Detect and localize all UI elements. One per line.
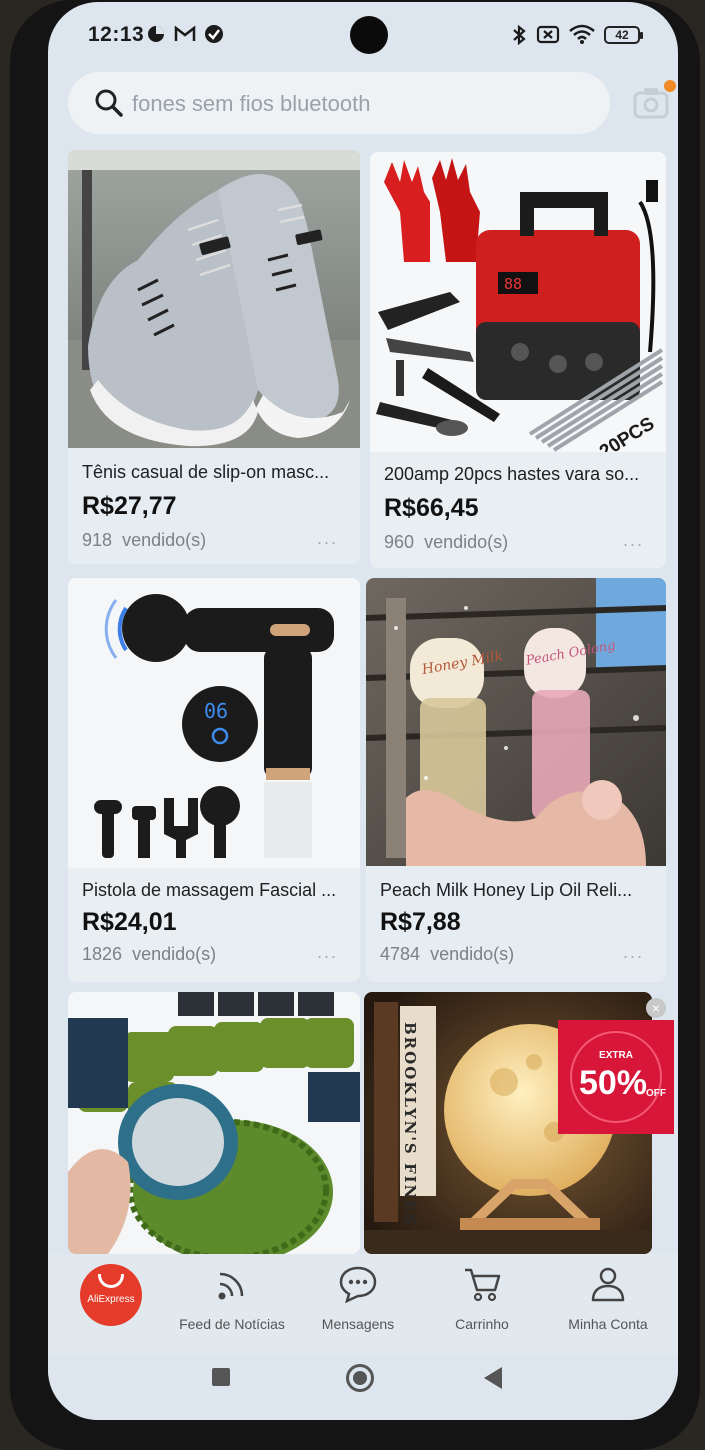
- search-input[interactable]: fones sem fios bluetooth: [132, 91, 370, 117]
- sold-label: vendido(s): [430, 944, 515, 964]
- product-title: Peach Milk Honey Lip Oil Reli...: [380, 880, 633, 900]
- promo-close-icon[interactable]: ×: [646, 998, 666, 1018]
- sold-info: 1826 vendido(s): [82, 944, 216, 965]
- sold-info: 4784 vendido(s): [380, 944, 514, 965]
- no-sim-icon: [536, 24, 560, 44]
- wifi-icon: [568, 24, 596, 44]
- sold-info: 960 vendido(s): [384, 532, 508, 553]
- phone-frame: 12:13 42 fones sem fios bluetooth Tênis …: [10, 0, 700, 1450]
- status-bar: 12:13 42: [48, 2, 678, 68]
- sold-count: 1826: [82, 944, 123, 964]
- user-icon: [591, 1267, 625, 1302]
- search-icon: [95, 89, 123, 117]
- product-title: Tênis casual de slip-on masc...: [82, 462, 330, 482]
- recents-button[interactable]: [212, 1368, 230, 1386]
- promo-badge[interactable]: EXTRA 50% OFF: [558, 1020, 674, 1134]
- nav-messages-label: Mensagens: [321, 1316, 395, 1332]
- sold-info: 918 vendido(s): [82, 530, 206, 551]
- bottom-navigation: AliExpress Feed de Notícias Mensagens Ca…: [48, 1254, 678, 1354]
- sold-label: vendido(s): [122, 530, 207, 550]
- product-card[interactable]: 88 20PCS 200amp 20pcs hastes vara so... …: [370, 152, 666, 568]
- product-price: R$24,01: [82, 908, 177, 936]
- nav-feed-label: Feed de Notícias: [179, 1316, 285, 1332]
- promo-off: OFF: [646, 1088, 666, 1099]
- gmail-icon: [174, 24, 196, 44]
- product-title: 200amp 20pcs hastes vara so...: [384, 464, 640, 484]
- sold-label: vendido(s): [424, 532, 509, 552]
- product-price: R$66,45: [384, 494, 479, 522]
- product-card[interactable]: Tênis casual de slip-on masc... R$27,77 …: [68, 150, 360, 564]
- nav-cart-label: Carrinho: [455, 1316, 509, 1332]
- product-price: R$27,77: [82, 492, 177, 520]
- massager-display: 06: [204, 699, 228, 723]
- system-navigation-bar: [48, 1354, 678, 1420]
- screen: 12:13 42 fones sem fios bluetooth Tênis …: [48, 2, 678, 1420]
- front-camera: [350, 16, 388, 54]
- back-button[interactable]: [484, 1367, 502, 1389]
- nav-feed[interactable]: Feed de Notícias: [172, 1254, 292, 1354]
- product-card[interactable]: Honey Milk Peach Oolong Peach Milk Honey…: [366, 578, 666, 982]
- sold-count: 4784: [380, 944, 421, 964]
- aliexpress-logo-icon: [98, 1274, 124, 1288]
- home-button[interactable]: [346, 1364, 374, 1392]
- nav-messages[interactable]: Mensagens: [298, 1254, 418, 1354]
- bluetooth-icon: [510, 24, 530, 46]
- nav-account-label: Minha Conta: [568, 1316, 648, 1332]
- nav-account[interactable]: Minha Conta: [548, 1254, 668, 1354]
- more-options-button[interactable]: ...: [317, 942, 338, 963]
- product-image: [68, 150, 360, 448]
- feed-icon: [218, 1272, 244, 1300]
- aliexpress-logo-text: AliExpress: [87, 1294, 135, 1305]
- more-options-button[interactable]: ...: [623, 530, 644, 551]
- product-card[interactable]: 06 Pistola de massagem Fascial ... R$24,…: [68, 578, 360, 982]
- product-image: 88 20PCS: [370, 152, 666, 452]
- sold-label: vendido(s): [132, 944, 217, 964]
- book-spine-text: BROOKLYN'S FINEST: [401, 1022, 419, 1240]
- sold-count: 918: [82, 530, 113, 550]
- product-image: Honey Milk Peach Oolong: [366, 578, 666, 866]
- chat-icon: [339, 1266, 377, 1304]
- product-card[interactable]: [68, 992, 360, 1254]
- search-bar[interactable]: fones sem fios bluetooth: [68, 72, 610, 134]
- aliexpress-home-button[interactable]: AliExpress: [80, 1264, 142, 1326]
- svg-text:88: 88: [504, 275, 522, 293]
- sold-count: 960: [384, 532, 415, 552]
- pie-notification-icon: [146, 24, 166, 44]
- battery-indicator: 42: [604, 26, 643, 44]
- more-options-button[interactable]: ...: [317, 528, 338, 549]
- product-image: [68, 992, 360, 1254]
- product-title: Pistola de massagem Fascial ...: [82, 880, 337, 900]
- promo-extra: EXTRA: [599, 1050, 633, 1061]
- more-options-button[interactable]: ...: [623, 942, 644, 963]
- promo-percent: 50%: [579, 1064, 647, 1102]
- status-time: 12:13: [88, 23, 145, 46]
- notification-dot: [664, 80, 676, 92]
- check-badge-icon: [204, 24, 224, 44]
- product-price: R$7,88: [380, 908, 461, 936]
- product-image: 06: [68, 578, 360, 868]
- nav-cart[interactable]: Carrinho: [422, 1254, 542, 1354]
- cart-icon: [465, 1268, 501, 1302]
